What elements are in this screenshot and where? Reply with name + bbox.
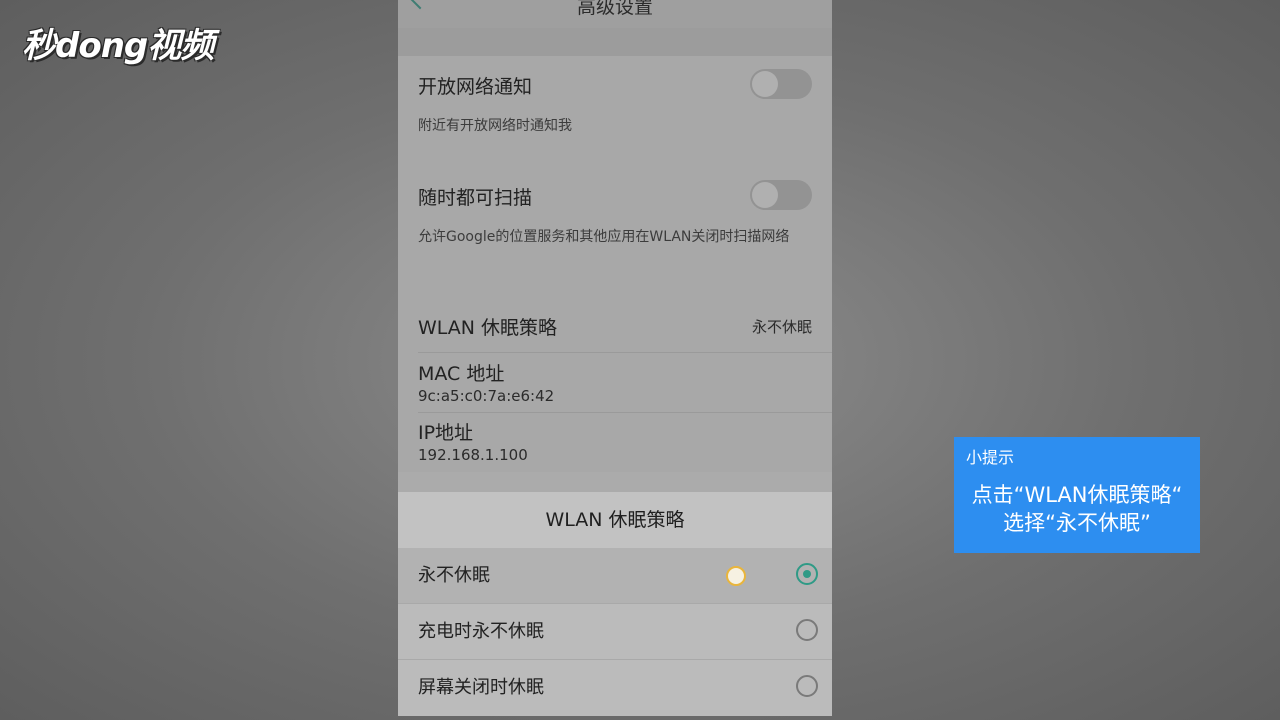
dialog-option-sleep-screen-off[interactable]: 屏幕关闭时休眠	[398, 660, 832, 716]
radio-checked-icon[interactable]	[796, 563, 818, 585]
touch-indicator	[726, 566, 746, 586]
wlan-sleep-dialog: WLAN 休眠策略 永不休眠 充电时永不休眠 屏幕关闭时休眠	[398, 492, 832, 716]
always-scan-toggle[interactable]	[750, 180, 812, 210]
tip-instruction-line-2: 选择“永不休眠”	[1003, 511, 1151, 535]
tip-title: 小提示	[966, 448, 1015, 467]
app-header: 高级设置	[398, 0, 832, 28]
toggle-knob	[752, 182, 778, 208]
radio-unchecked-icon[interactable]	[796, 619, 818, 641]
dialog-option-never-sleep[interactable]: 永不休眠	[398, 548, 832, 604]
phone-screen: 高级设置 开放网络通知 附近有开放网络时通知我 随时都可扫描 允许Google的…	[398, 0, 832, 716]
option-label: 充电时永不休眠	[418, 621, 544, 642]
setting-title: MAC 地址	[418, 363, 505, 385]
section-gap	[398, 28, 832, 56]
setting-title: WLAN 休眠策略	[418, 317, 558, 339]
setting-ip-address: IP地址 192.168.1.100	[398, 413, 832, 471]
setting-always-scan[interactable]: 随时都可扫描 允许Google的位置服务和其他应用在WLAN关闭时扫描网络	[398, 166, 832, 296]
setting-title: IP地址	[418, 422, 474, 444]
setting-subtitle: 附近有开放网络时通知我	[418, 118, 572, 134]
setting-subtitle: 允许Google的位置服务和其他应用在WLAN关闭时扫描网络	[418, 229, 790, 245]
dialog-title: WLAN 休眠策略	[398, 492, 832, 548]
setting-title: 随时都可扫描	[418, 187, 533, 209]
tip-box: 小提示 点击“WLAN休眠策略“ 选择“永不休眠”	[954, 437, 1200, 553]
option-label: 屏幕关闭时休眠	[418, 677, 544, 698]
setting-open-network-notify[interactable]: 开放网络通知 附近有开放网络时通知我	[398, 56, 832, 166]
setting-title: 开放网络通知	[418, 76, 533, 98]
option-label: 永不休眠	[418, 565, 490, 586]
ip-address-value: 192.168.1.100	[418, 446, 528, 464]
tip-instruction-line-1: 点击“WLAN休眠策略“	[971, 483, 1183, 507]
page-title: 高级设置	[576, 0, 653, 18]
setting-mac-address: MAC 地址 9c:a5:c0:7a:e6:42	[398, 353, 832, 411]
mac-address-value: 9c:a5:c0:7a:e6:42	[418, 387, 555, 405]
setting-value: 永不休眠	[751, 318, 812, 336]
dialog-option-never-sleep-charging[interactable]: 充电时永不休眠	[398, 604, 832, 660]
setting-wlan-sleep[interactable]: WLAN 休眠策略 永不休眠	[398, 296, 832, 352]
network-info-section: WLAN 休眠策略 永不休眠 MAC 地址 9c:a5:c0:7a:e6:42 …	[398, 296, 832, 472]
radio-unchecked-icon[interactable]	[796, 675, 818, 697]
open-network-notify-toggle[interactable]	[750, 69, 812, 99]
watermark-logo: 秒dong视频	[22, 26, 214, 66]
toggle-knob	[752, 71, 778, 97]
